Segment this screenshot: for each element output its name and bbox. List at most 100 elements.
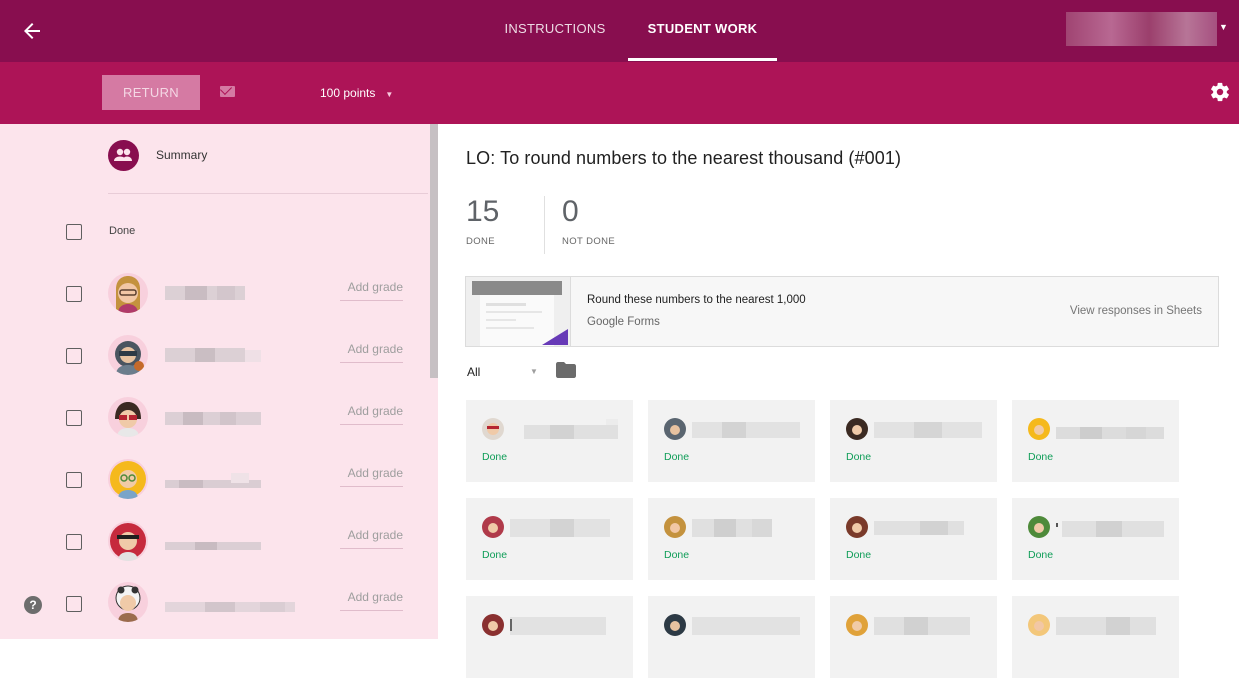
add-grade-field[interactable]: Add grade — [340, 280, 403, 301]
student-checkbox[interactable] — [66, 286, 82, 302]
divider — [108, 193, 428, 194]
back-arrow-icon[interactable] — [22, 14, 56, 48]
student-checkbox[interactable] — [66, 534, 82, 550]
student-avatar — [108, 582, 148, 622]
divider — [544, 196, 545, 254]
student-avatar — [664, 614, 686, 636]
submission-status: Done — [482, 451, 508, 463]
student-work-card[interactable] — [466, 596, 633, 678]
student-avatar — [108, 397, 148, 437]
student-row[interactable]: Add grade — [0, 394, 430, 446]
student-work-card[interactable]: Done — [648, 498, 815, 580]
student-name-blurred — [165, 286, 245, 300]
student-name-blurred — [874, 422, 982, 438]
student-row[interactable]: Add grade — [0, 518, 430, 570]
student-avatar — [846, 418, 868, 440]
student-name-blurred — [1056, 427, 1164, 439]
submission-status: Done — [664, 451, 690, 463]
tab-student-work[interactable]: STUDENT WORK — [628, 0, 777, 62]
add-grade-field[interactable]: Add grade — [340, 404, 403, 425]
points-label: 100 points — [320, 86, 376, 100]
chevron-down-icon: ▼ — [385, 90, 394, 99]
student-avatar — [108, 273, 148, 313]
student-name-blurred — [692, 519, 772, 537]
student-avatar — [108, 459, 148, 499]
student-name-blurred — [1056, 617, 1156, 635]
add-grade-field[interactable]: Add grade — [340, 590, 403, 611]
account-switcher-blurred[interactable] — [1066, 12, 1217, 46]
student-row[interactable]: Add grade — [0, 456, 430, 508]
student-avatar — [482, 516, 504, 538]
top-app-bar: INSTRUCTIONS STUDENT WORK ▼ — [0, 0, 1239, 62]
student-checkbox[interactable] — [66, 472, 82, 488]
status-filter-dropdown[interactable]: All — [467, 365, 480, 379]
student-row[interactable]: Add grade — [0, 270, 430, 322]
student-work-card[interactable] — [1012, 596, 1179, 678]
submission-status: Done — [846, 451, 872, 463]
return-button[interactable]: RETURN — [102, 75, 200, 110]
student-work-card[interactable]: Done — [466, 498, 633, 580]
folder-icon[interactable] — [556, 362, 576, 378]
select-all-done-checkbox[interactable] — [66, 224, 82, 240]
submission-status: Done — [482, 549, 508, 561]
student-avatar — [664, 418, 686, 440]
student-checkbox[interactable] — [66, 348, 82, 364]
student-avatar — [482, 418, 504, 440]
student-row[interactable]: Add grade — [0, 332, 430, 384]
attachment-title[interactable]: Round these numbers to the nearest 1,000 — [587, 294, 806, 306]
student-work-card[interactable]: Done — [466, 400, 633, 482]
student-row[interactable]: Add grade — [0, 580, 430, 632]
student-work-card[interactable]: Done — [648, 400, 815, 482]
student-work-card[interactable] — [830, 596, 997, 678]
points-dropdown[interactable]: 100 points ▼ — [320, 82, 393, 104]
submission-status: Done — [1028, 451, 1054, 463]
summary-item[interactable]: Summary — [108, 140, 428, 172]
student-work-card[interactable]: Done — [830, 498, 997, 580]
done-caption: DONE — [466, 236, 496, 247]
student-name-blurred — [165, 542, 261, 550]
student-avatar — [482, 614, 504, 636]
student-work-card[interactable]: Done — [1012, 400, 1179, 482]
student-avatar — [108, 335, 148, 375]
email-icon[interactable] — [220, 86, 235, 97]
student-checkbox[interactable] — [66, 596, 82, 612]
chevron-down-icon[interactable]: ▼ — [1219, 22, 1228, 32]
scrollbar-thumb[interactable] — [430, 124, 438, 378]
form-thumbnail — [466, 277, 571, 346]
tab-instructions[interactable]: INSTRUCTIONS — [490, 0, 620, 62]
submission-status: Done — [846, 549, 872, 561]
student-name-blurred — [692, 617, 800, 635]
add-grade-field[interactable]: Add grade — [340, 466, 403, 487]
student-avatar — [108, 521, 148, 561]
student-work-card[interactable]: Done — [1012, 498, 1179, 580]
not-done-count[interactable]: 0 — [562, 195, 579, 229]
student-work-card[interactable] — [648, 596, 815, 678]
student-avatar — [846, 516, 868, 538]
attachment-type: Google Forms — [587, 316, 660, 328]
student-checkbox[interactable] — [66, 410, 82, 426]
chevron-down-icon[interactable]: ▼ — [530, 367, 538, 376]
active-tab-indicator — [628, 58, 777, 61]
student-work-card[interactable]: Done — [830, 400, 997, 482]
student-avatar — [1028, 516, 1050, 538]
student-name-blurred — [165, 412, 261, 425]
gear-icon[interactable] — [1209, 81, 1231, 103]
submission-status: Done — [1028, 549, 1054, 561]
add-grade-field[interactable]: Add grade — [340, 528, 403, 549]
done-filter-label: Done — [109, 225, 136, 237]
done-count[interactable]: 15 — [466, 195, 499, 229]
assignment-title: LO: To round numbers to the nearest thou… — [466, 148, 902, 168]
student-name-blurred — [510, 519, 610, 537]
action-bar: RETURN 100 points ▼ — [0, 62, 1239, 124]
student-avatar — [1028, 418, 1050, 440]
add-grade-field[interactable]: Add grade — [340, 342, 403, 363]
help-icon[interactable]: ? — [24, 596, 42, 614]
thumbnail-header — [472, 281, 562, 295]
student-name-blurred — [165, 473, 261, 488]
scrollbar-track[interactable] — [430, 378, 438, 639]
student-name-blurred — [1056, 521, 1164, 537]
view-responses-link[interactable]: View responses in Sheets — [1070, 305, 1202, 317]
student-name-blurred — [692, 422, 800, 438]
form-attachment-card[interactable]: Round these numbers to the nearest 1,000… — [465, 276, 1219, 347]
forms-corner-mark — [542, 329, 568, 345]
